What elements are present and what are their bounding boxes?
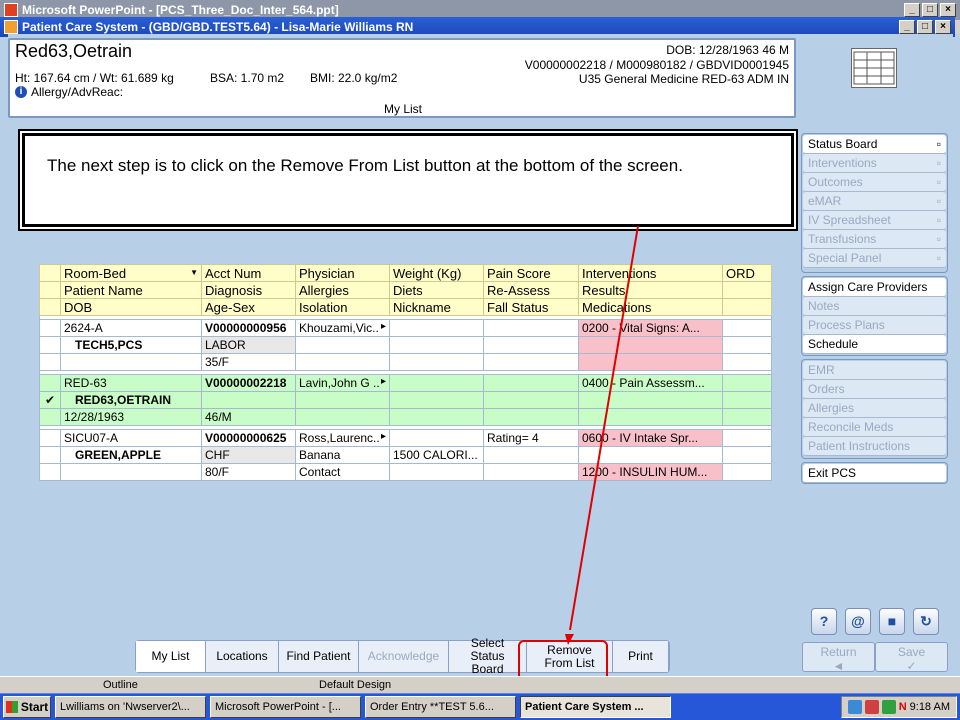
system-tray: N 9:18 AM: [840, 696, 957, 718]
n-icon[interactable]: N: [899, 701, 907, 713]
task-patient-care-label: Patient Care System ...: [525, 701, 644, 713]
clock: 9:18 AM: [909, 701, 950, 713]
task-explorer[interactable]: Lwilliams on 'Nwserver2\...: [55, 696, 206, 718]
windows-logo-icon: [5, 701, 18, 713]
task-explorer-label: Lwilliams on 'Nwserver2\...: [60, 701, 190, 713]
security-icon[interactable]: [864, 700, 879, 714]
pointer-arrow: [565, 225, 639, 645]
network-icon[interactable]: [847, 700, 862, 714]
antivirus-icon[interactable]: [881, 700, 896, 714]
start-button[interactable]: Start: [3, 696, 51, 718]
status-outline: Outline: [103, 679, 138, 691]
task-order-entry[interactable]: Order Entry **TEST 5.6...: [365, 696, 516, 718]
status-design: Default Design: [319, 679, 392, 691]
task-patient-care[interactable]: Patient Care System ...: [520, 696, 671, 718]
ppt-statusbar: Outline Default Design: [0, 676, 960, 693]
task-order-entry-label: Order Entry **TEST 5.6...: [370, 701, 494, 713]
task-powerpoint-label: Microsoft PowerPoint - [...: [215, 701, 341, 713]
windows-taskbar: Start Lwilliams on 'Nwserver2\... Micros…: [0, 693, 960, 720]
start-label: Start: [20, 700, 49, 714]
task-powerpoint[interactable]: Microsoft PowerPoint - [...: [210, 696, 361, 718]
